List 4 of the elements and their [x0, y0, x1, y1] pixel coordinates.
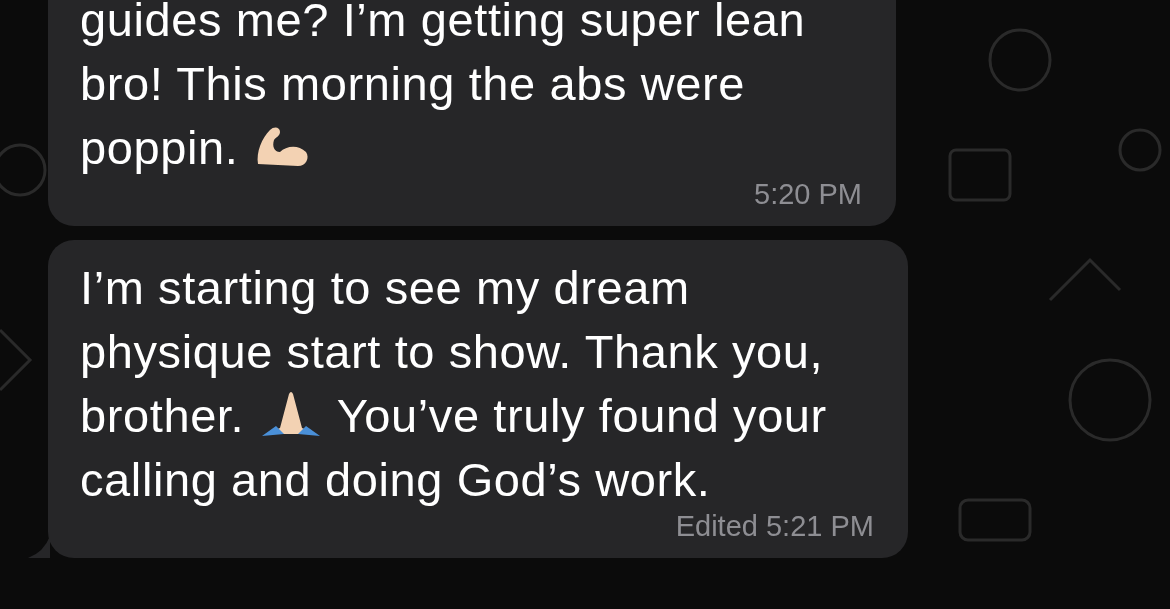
message-time: 5:20 PM: [754, 177, 862, 212]
message-time: Edited 5:21 PM: [675, 509, 874, 544]
message-text: guides me? I’m getting super lean bro! This morning the abs were poppin.: [80, 0, 807, 176]
message-text: I’m starting to see my dream physique start to show. Thank you, brother. You’ve truly found your calling and doing God’s work.: [80, 260, 828, 508]
